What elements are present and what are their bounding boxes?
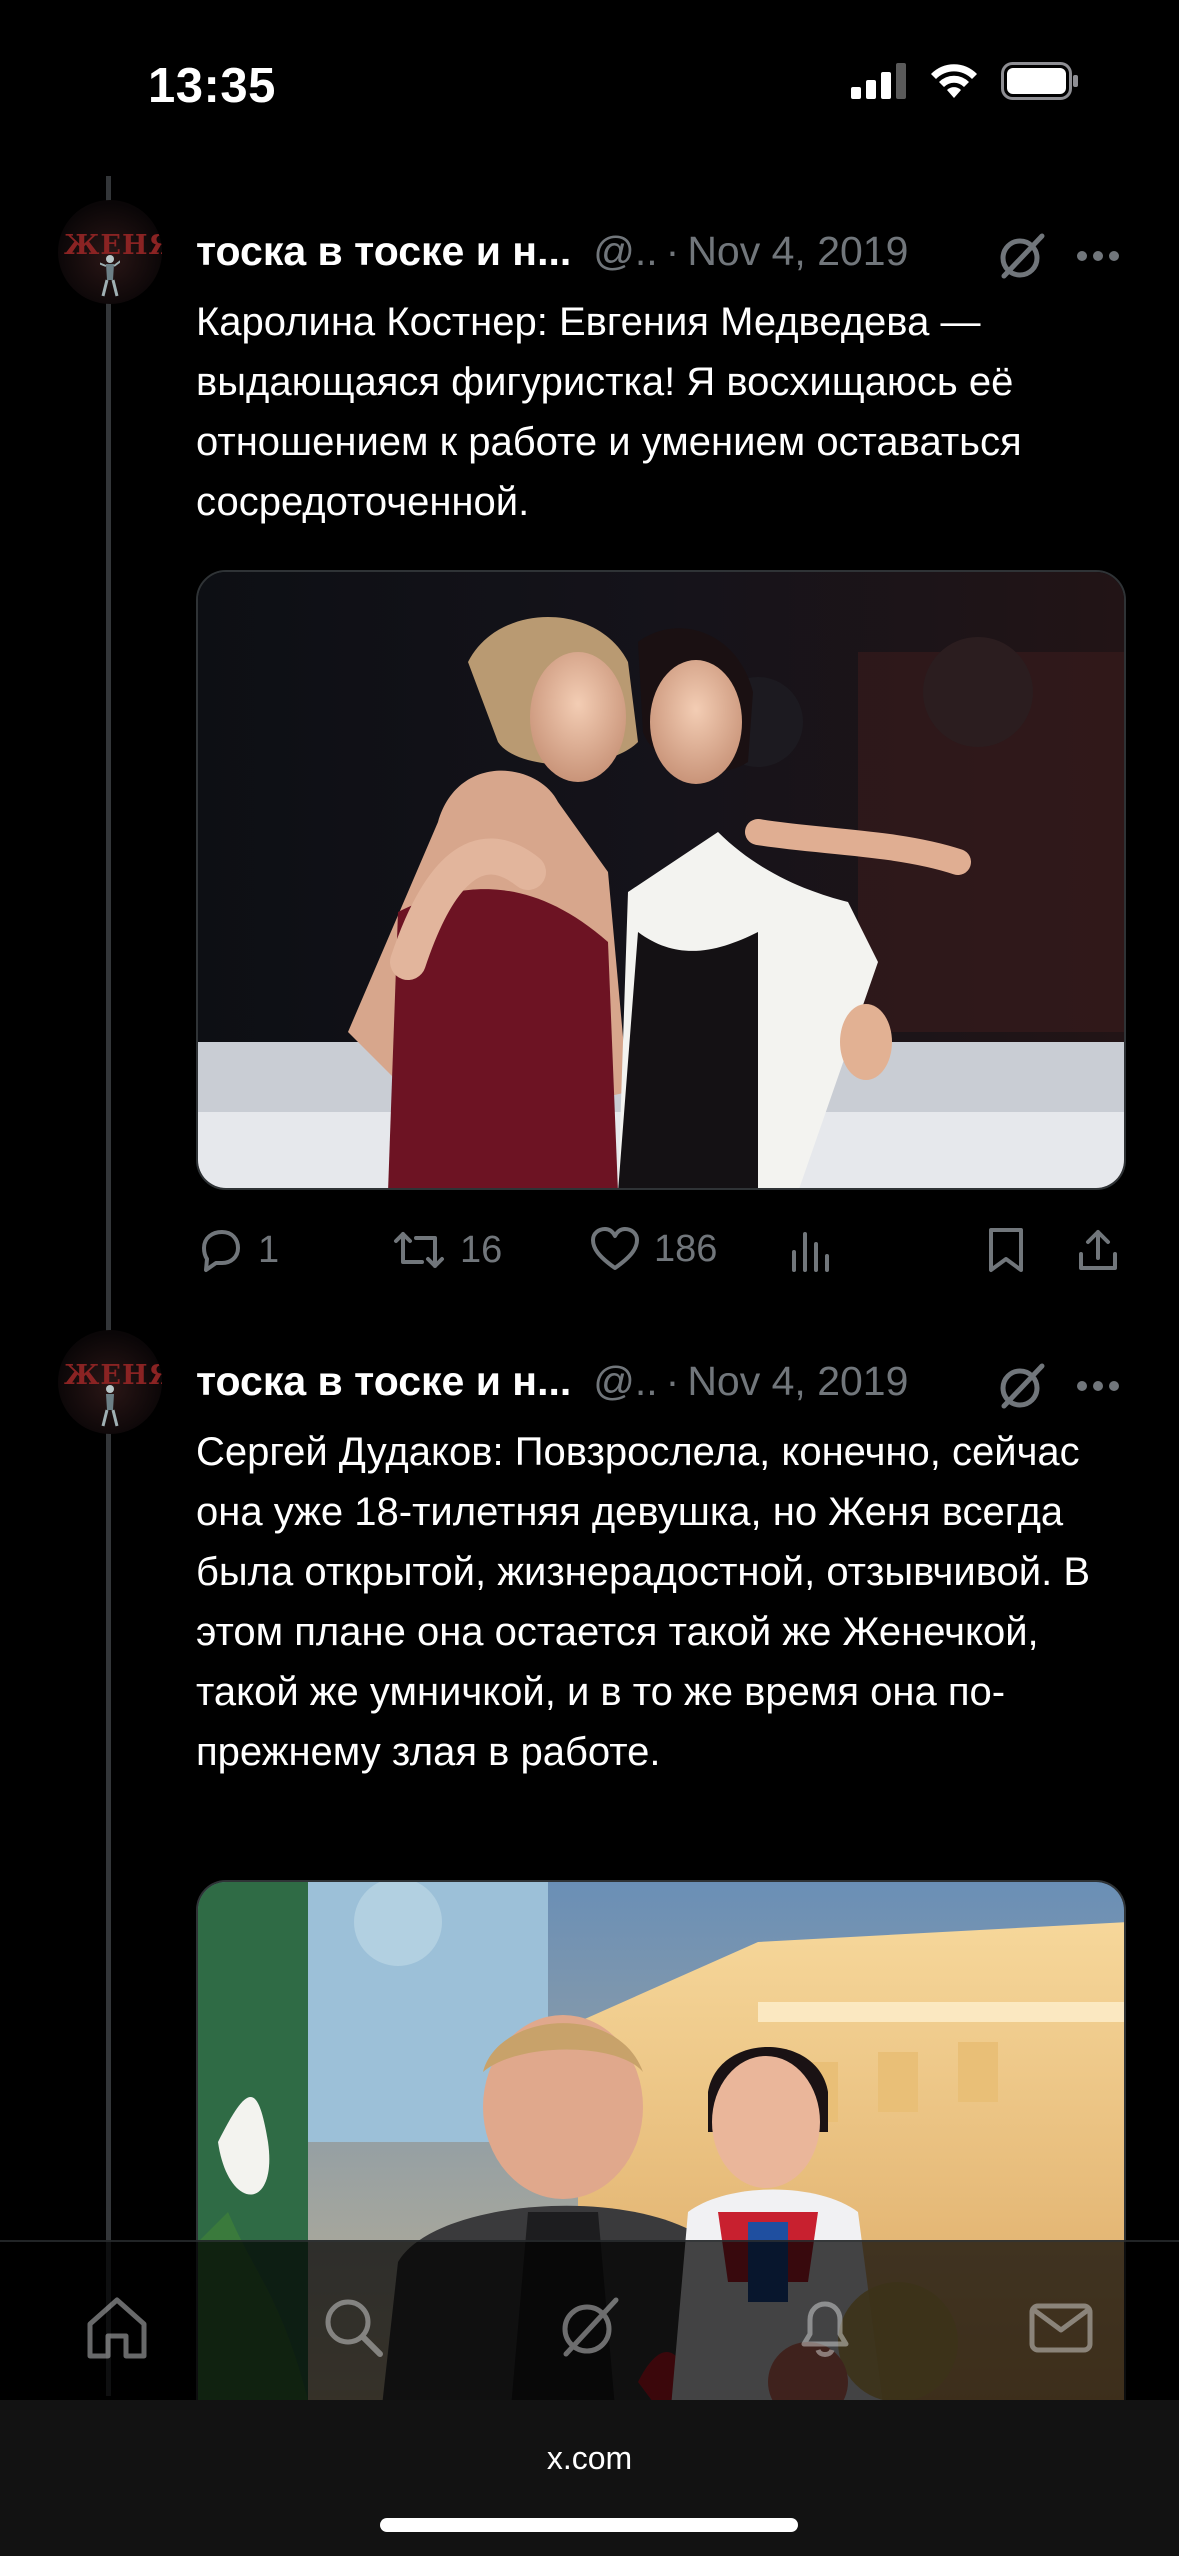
author-name[interactable]: тоска в тоске и н... <box>196 228 571 275</box>
url-text[interactable]: x.com <box>0 2440 1179 2477</box>
tweet-photo[interactable] <box>196 570 1126 1190</box>
views-button[interactable] <box>788 1226 832 1274</box>
like-icon <box>591 1227 639 1270</box>
search-icon[interactable] <box>318 2292 388 2362</box>
reply-button[interactable]: 1 <box>196 1226 279 1274</box>
grok-icon[interactable] <box>996 230 1048 282</box>
separator-dot: · <box>665 228 680 274</box>
home-indicator[interactable] <box>380 2518 798 2532</box>
separator-dot: · <box>665 1358 680 1404</box>
browser-url-bar[interactable]: x.com <box>0 2400 1179 2556</box>
home-icon[interactable] <box>82 2292 152 2362</box>
like-count: 186 <box>654 1227 718 1270</box>
author-handle[interactable]: @.. <box>593 228 657 275</box>
share-icon <box>1079 1230 1117 1270</box>
tweet-date[interactable]: Nov 4, 2019 <box>687 228 908 275</box>
status-time: 13:35 <box>148 59 276 113</box>
bottom-nav <box>0 2240 1179 2400</box>
like-button[interactable]: 186 <box>590 1226 717 1272</box>
views-icon <box>792 1232 829 1272</box>
reply-icon <box>202 1230 240 1272</box>
cellular-signal-icon <box>851 63 906 99</box>
share-button[interactable] <box>1076 1226 1120 1274</box>
author-handle[interactable]: @.. <box>593 1358 657 1405</box>
tweet-text: Сергей Дудаков: Повзрослела, конечно, се… <box>196 1430 1091 1774</box>
photo-kostner-medvedeva <box>198 572 1124 1188</box>
messages-icon[interactable] <box>1026 2292 1096 2362</box>
tweet-header: тоска в тоске и н... @.. · Nov 4, 2019 <box>196 1358 908 1405</box>
repost-icon <box>394 1232 444 1268</box>
repost-button[interactable]: 16 <box>392 1226 502 1274</box>
avatar[interactable]: ЖЕНЯ <box>58 1330 162 1434</box>
reply-count: 1 <box>258 1228 280 1271</box>
bookmark-icon <box>989 1228 1023 1272</box>
skater-figure-icon <box>101 1385 119 1427</box>
notifications-icon[interactable] <box>790 2292 860 2362</box>
thread-line <box>106 176 111 2396</box>
tweet-date[interactable]: Nov 4, 2019 <box>687 1358 908 1405</box>
wifi-icon <box>931 64 977 98</box>
tweet-text: Каролина Костнер: Евгения Медведева — вы… <box>196 300 1022 524</box>
grok-icon[interactable] <box>996 1360 1048 1412</box>
tweet-header: тоска в тоске и н... @.. · Nov 4, 2019 <box>196 228 908 275</box>
repost-count: 16 <box>460 1228 503 1271</box>
more-icon[interactable] <box>1076 1379 1120 1393</box>
author-name[interactable]: тоска в тоске и н... <box>196 1358 571 1405</box>
grok-nav-icon[interactable] <box>554 2292 624 2362</box>
status-icons <box>851 62 1079 100</box>
tweet-actions: 1 16 186 <box>196 1226 1126 1286</box>
battery-icon <box>1001 62 1078 100</box>
more-icon[interactable] <box>1076 249 1120 263</box>
bookmark-button[interactable] <box>986 1226 1026 1274</box>
avatar[interactable]: ЖЕНЯ <box>58 200 162 304</box>
skater-figure-icon <box>100 255 120 297</box>
